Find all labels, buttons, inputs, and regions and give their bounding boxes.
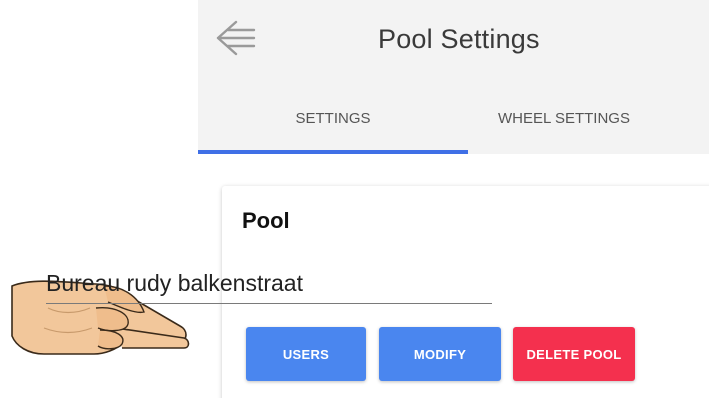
app-bar: Pool Settings (198, 0, 709, 88)
modify-button[interactable]: MODIFY (379, 327, 501, 381)
users-button[interactable]: USERS (246, 327, 366, 381)
tab-indicator (198, 150, 468, 154)
page-title: Pool Settings (378, 24, 540, 54)
tab-settings[interactable]: SETTINGS (198, 88, 468, 154)
screen: Pool Settings SETTINGS WHEEL SETTINGS Po… (0, 0, 709, 398)
pool-name-input[interactable] (46, 268, 492, 304)
tab-bar: SETTINGS WHEEL SETTINGS (198, 88, 709, 154)
tab-wheel-settings[interactable]: WHEEL SETTINGS (468, 88, 709, 154)
delete-pool-button[interactable]: DELETE POOL (513, 327, 635, 381)
pool-heading: Pool (242, 208, 290, 233)
arrow-left-icon[interactable] (214, 18, 258, 58)
